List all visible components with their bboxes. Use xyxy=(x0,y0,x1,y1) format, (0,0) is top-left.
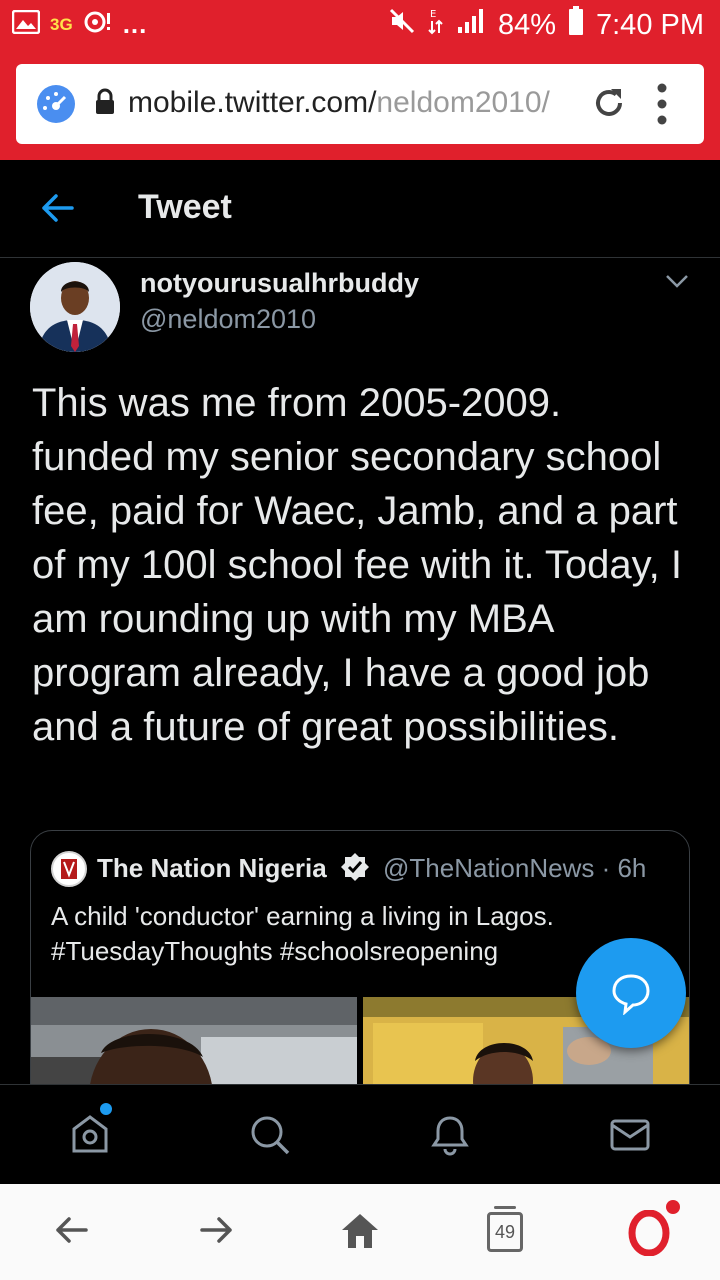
back-arrow-icon[interactable] xyxy=(40,190,76,231)
quoted-author-name: The Nation Nigeria xyxy=(97,853,327,883)
tweet-text: This was me from 2005-2009. funded my se… xyxy=(32,381,682,749)
opera-menu-icon[interactable] xyxy=(628,1209,670,1261)
page-title: Tweet xyxy=(138,188,232,226)
svg-text:E: E xyxy=(430,9,436,20)
url-text[interactable]: mobile.twitter.com/neldom2010/ xyxy=(128,86,578,120)
battery-percent: 84% xyxy=(497,8,556,41)
quoted-meta: @TheNationNews · 6h xyxy=(383,853,647,883)
network-type: 3G xyxy=(50,14,73,34)
tabs-stack-icon xyxy=(494,1206,516,1209)
quoted-text: A child 'conductor' earning a living in … xyxy=(51,899,671,969)
forward-icon[interactable] xyxy=(198,1212,234,1253)
browser-toolbar: mobile.twitter.com/neldom2010/ xyxy=(0,48,720,160)
url-path: neldom2010/ xyxy=(376,86,550,119)
compose-button[interactable] xyxy=(576,938,686,1048)
reload-icon[interactable] xyxy=(590,84,628,127)
address-bar[interactable]: mobile.twitter.com/neldom2010/ xyxy=(16,64,704,144)
verified-badge-icon xyxy=(339,851,371,888)
home-icon[interactable] xyxy=(340,1212,380,1255)
author-name[interactable]: notyourusualhrbuddy xyxy=(140,268,419,299)
opera-badge xyxy=(666,1200,680,1214)
chevron-down-icon[interactable] xyxy=(664,272,690,295)
back-icon[interactable] xyxy=(54,1212,90,1253)
twitter-bottom-nav xyxy=(0,1084,720,1184)
reply-bubble-icon xyxy=(612,974,650,1015)
new-content-dot xyxy=(100,1103,112,1115)
data-arrows-icon: E xyxy=(428,7,444,43)
lock-icon xyxy=(94,88,116,121)
opera-notification-icon xyxy=(83,9,113,40)
gallery-notification-icon xyxy=(11,9,41,39)
quoted-text-line: A child 'conductor' earning a living in … xyxy=(51,901,554,931)
tabs-button[interactable]: 49 xyxy=(487,1212,523,1252)
messages-mail-icon[interactable] xyxy=(608,1113,652,1162)
status-bar: 3G ... E 84% 7:40 PM xyxy=(0,0,720,48)
author-handle[interactable]: @neldom2010 xyxy=(140,304,316,335)
signal-icon xyxy=(456,7,486,43)
speed-dial-icon[interactable] xyxy=(36,84,76,129)
quoted-avatar xyxy=(51,851,87,887)
tweet-header: Tweet xyxy=(0,160,720,258)
browser-bottom-bar xyxy=(0,1184,720,1280)
quoted-hashtags: #TuesdayThoughts #schoolsreopening xyxy=(51,936,499,966)
avatar[interactable] xyxy=(30,262,120,352)
search-icon[interactable] xyxy=(248,1113,292,1162)
clock: 7:40 PM xyxy=(596,8,704,41)
mute-icon xyxy=(388,7,416,43)
home-icon[interactable] xyxy=(68,1113,112,1162)
url-domain: mobile.twitter.com/ xyxy=(128,86,377,119)
more-notifications: ... xyxy=(122,9,148,39)
menu-icon[interactable] xyxy=(656,82,668,131)
battery-icon xyxy=(568,6,584,44)
notifications-bell-icon[interactable] xyxy=(428,1113,472,1162)
